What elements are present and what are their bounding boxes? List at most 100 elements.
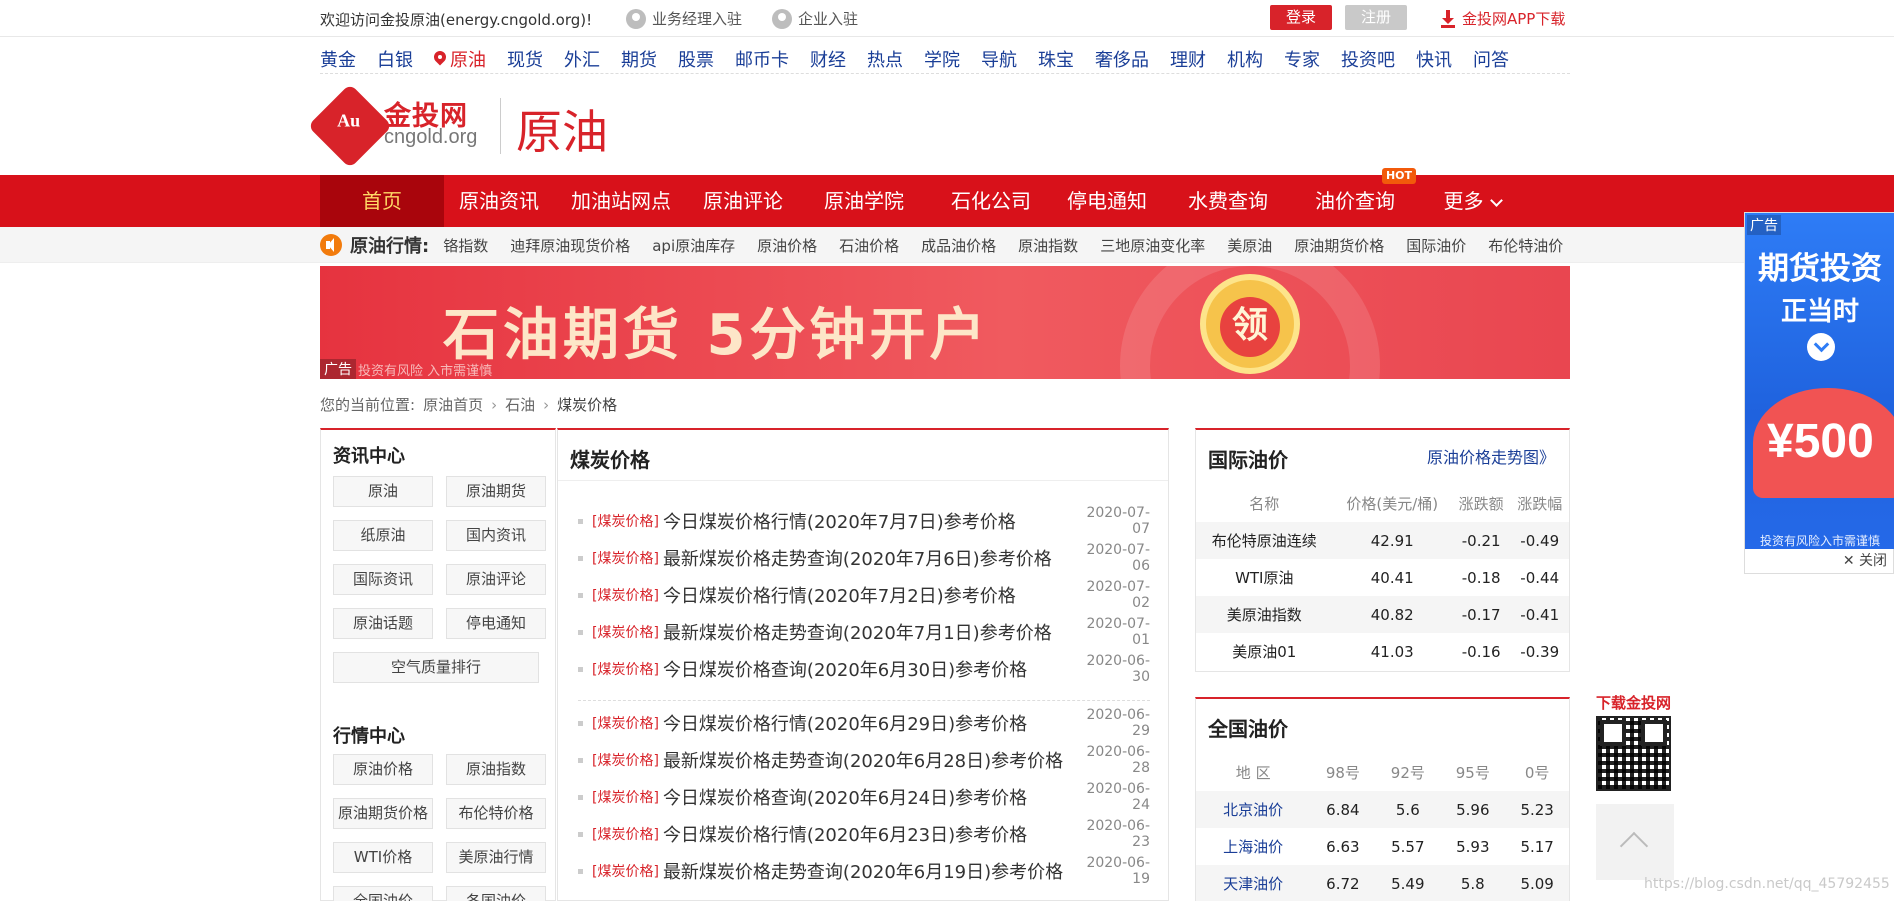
nav-item[interactable]: 原油学院 xyxy=(798,175,930,227)
back-to-top-button[interactable] xyxy=(1596,804,1674,880)
quote-link[interactable]: 国际油价 xyxy=(1406,235,1466,256)
article-category[interactable]: [煤炭价格] xyxy=(592,787,659,807)
oil-chart-link[interactable]: 原油价格走势图》 xyxy=(1427,444,1555,468)
news-tag[interactable]: 空气质量排行 xyxy=(333,652,539,683)
list-item[interactable]: [煤炭价格] 今日煤炭价格行情(2020年6月23日)参考价格 2020-06-23 xyxy=(578,818,1150,850)
channel-link[interactable]: 理财 xyxy=(1170,40,1206,73)
news-tag[interactable]: 国际资讯 xyxy=(333,564,433,595)
list-item[interactable]: [煤炭价格] 今日煤炭价格查询(2020年6月24日)参考价格 2020-06-24 xyxy=(578,781,1150,813)
channel-link[interactable]: 珠宝 xyxy=(1038,40,1074,73)
market-tag[interactable]: 布伦特价格 xyxy=(446,798,546,829)
quote-link[interactable]: 成品油价格 xyxy=(921,235,996,256)
breadcrumb-home[interactable]: 原油首页 xyxy=(423,394,483,415)
nav-item[interactable]: 水费查询 xyxy=(1162,175,1294,227)
market-tag[interactable]: 美原油行情 xyxy=(446,842,546,873)
quote-link[interactable]: 原油指数 xyxy=(1018,235,1078,256)
channel-link[interactable]: 奢侈品 xyxy=(1095,40,1149,73)
article-title[interactable]: 今日煤炭价格行情(2020年6月23日)参考价格 xyxy=(663,821,1070,847)
quote-link[interactable]: 铬指数 xyxy=(443,235,488,256)
nav-item[interactable]: 首页 xyxy=(320,175,444,227)
side-ad[interactable]: 广告 期货投资 正当时 ¥500 投资有风险入市需谨慎 ✕ 关闭 xyxy=(1744,212,1894,574)
news-tag[interactable]: 停电通知 xyxy=(446,608,546,639)
channel-link[interactable]: 专家 xyxy=(1284,40,1320,73)
quote-link[interactable]: 布伦特油价 xyxy=(1488,235,1563,256)
table-cell[interactable]: 北京油价 xyxy=(1196,791,1311,828)
company-entry-link[interactable]: 企业入驻 xyxy=(772,8,858,29)
list-item[interactable]: [煤炭价格] 今日煤炭价格行情(2020年7月7日)参考价格 2020-07-07 xyxy=(578,505,1150,537)
list-item[interactable]: [煤炭价格] 最新煤炭价格走势查询(2020年7月6日)参考价格 2020-07-0… xyxy=(578,542,1150,574)
news-tag[interactable]: 原油期货 xyxy=(446,476,546,507)
list-item[interactable]: [煤炭价格] 今日煤炭价格行情(2020年6月29日)参考价格 2020-06-29 xyxy=(578,707,1150,739)
news-tag[interactable]: 纸原油 xyxy=(333,520,433,551)
list-item[interactable]: [煤炭价格] 今日煤炭价格行情(2020年7月2日)参考价格 2020-07-02 xyxy=(578,579,1150,611)
list-item[interactable]: [煤炭价格] 最新煤炭价格走势查询(2020年6月28日)参考价格 2020-06-… xyxy=(578,744,1150,776)
article-title[interactable]: 最新煤炭价格走势查询(2020年7月6日)参考价格 xyxy=(663,545,1070,571)
article-title[interactable]: 今日煤炭价格查询(2020年6月30日)参考价格 xyxy=(663,656,1070,682)
nav-item[interactable]: 加油站网点 xyxy=(554,175,688,227)
market-tag[interactable]: 全国油价 xyxy=(333,886,433,901)
market-tag[interactable]: 原油指数 xyxy=(446,754,546,785)
article-category[interactable]: [煤炭价格] xyxy=(592,511,659,531)
quote-link[interactable]: 美原油 xyxy=(1227,235,1272,256)
ad-banner[interactable]: 石油期货 5分钟开户 领 广告 投资有风险 入市需谨慎 xyxy=(320,266,1570,379)
breadcrumb-level2[interactable]: 石油 xyxy=(505,394,535,415)
article-title[interactable]: 最新煤炭价格走势查询(2020年7月1日)参考价格 xyxy=(663,619,1070,645)
article-title[interactable]: 今日煤炭价格查询(2020年6月24日)参考价格 xyxy=(663,784,1070,810)
market-tag[interactable]: 原油期货价格 xyxy=(333,798,433,829)
article-category[interactable]: [煤炭价格] xyxy=(592,861,659,881)
news-tag[interactable]: 原油 xyxy=(333,476,433,507)
news-tag[interactable]: 原油话题 xyxy=(333,608,433,639)
market-tag[interactable]: WTI价格 xyxy=(333,842,433,873)
channel-link[interactable]: 邮币卡 xyxy=(735,40,789,73)
login-button[interactable]: 登录 xyxy=(1270,5,1332,30)
channel-link[interactable]: 原油 xyxy=(434,40,486,73)
site-logo[interactable]: Au 金投网 cngold.org xyxy=(307,83,485,169)
channel-link[interactable]: 财经 xyxy=(810,40,846,73)
nav-item[interactable]: 石化公司 xyxy=(930,175,1052,227)
article-category[interactable]: [煤炭价格] xyxy=(592,585,659,605)
channel-link[interactable]: 投资吧 xyxy=(1341,40,1395,73)
channel-link[interactable]: 白银 xyxy=(377,40,413,73)
article-title[interactable]: 最新煤炭价格走势查询(2020年6月19日)参考价格 xyxy=(663,858,1070,884)
app-download-link[interactable]: 金投网APP下载 xyxy=(1440,8,1565,29)
channel-link[interactable]: 学院 xyxy=(924,40,960,73)
article-title[interactable]: 最新煤炭价格走势查询(2020年6月28日)参考价格 xyxy=(663,747,1070,773)
article-title[interactable]: 今日煤炭价格行情(2020年6月29日)参考价格 xyxy=(663,710,1070,736)
channel-link[interactable]: 导航 xyxy=(981,40,1017,73)
news-tag[interactable]: 国内资讯 xyxy=(446,520,546,551)
list-item[interactable]: [煤炭价格] 最新煤炭价格走势查询(2020年7月1日)参考价格 2020-07-0… xyxy=(578,616,1150,648)
channel-link[interactable]: 问答 xyxy=(1473,40,1509,73)
market-tag[interactable]: 各国油价 xyxy=(446,886,546,901)
download-app[interactable]: 下载金投网 xyxy=(1596,692,1686,792)
quote-link[interactable]: api原油库存 xyxy=(652,235,735,256)
channel-link[interactable]: 机构 xyxy=(1227,40,1263,73)
list-item[interactable]: [煤炭价格] 今日煤炭价格查询(2020年6月30日)参考价格 2020-06-30 xyxy=(578,653,1150,685)
article-title[interactable]: 今日煤炭价格行情(2020年7月2日)参考价格 xyxy=(663,582,1070,608)
article-category[interactable]: [煤炭价格] xyxy=(592,750,659,770)
channel-link[interactable]: 股票 xyxy=(678,40,714,73)
list-item[interactable]: [煤炭价格] 最新煤炭价格走势查询(2020年6月19日)参考价格 2020-06-… xyxy=(578,855,1150,887)
news-tag[interactable]: 原油评论 xyxy=(446,564,546,595)
channel-link[interactable]: 热点 xyxy=(867,40,903,73)
side-ad-close-button[interactable]: ✕ 关闭 xyxy=(1843,550,1887,570)
quote-link[interactable]: 原油价格 xyxy=(757,235,817,256)
manager-entry-link[interactable]: 业务经理入驻 xyxy=(626,8,742,29)
nav-item[interactable]: 原油资讯 xyxy=(444,175,554,227)
channel-link[interactable]: 期货 xyxy=(621,40,657,73)
quote-link[interactable]: 原油期货价格 xyxy=(1294,235,1384,256)
register-button[interactable]: 注册 xyxy=(1345,5,1407,30)
article-title[interactable]: 今日煤炭价格行情(2020年7月7日)参考价格 xyxy=(663,508,1070,534)
channel-link[interactable]: 外汇 xyxy=(564,40,600,73)
table-cell[interactable]: 天津油价 xyxy=(1196,865,1311,901)
nav-item[interactable]: 原油评论 xyxy=(688,175,798,227)
article-category[interactable]: [煤炭价格] xyxy=(592,659,659,679)
quote-link[interactable]: 迪拜原油现货价格 xyxy=(510,235,630,256)
article-category[interactable]: [煤炭价格] xyxy=(592,824,659,844)
quote-link[interactable]: 三地原油变化率 xyxy=(1100,235,1205,256)
channel-link[interactable]: 黄金 xyxy=(320,40,356,73)
article-category[interactable]: [煤炭价格] xyxy=(592,713,659,733)
quote-link[interactable]: 石油价格 xyxy=(839,235,899,256)
market-tag[interactable]: 原油价格 xyxy=(333,754,433,785)
channel-link[interactable]: 现货 xyxy=(507,40,543,73)
article-category[interactable]: [煤炭价格] xyxy=(592,622,659,642)
